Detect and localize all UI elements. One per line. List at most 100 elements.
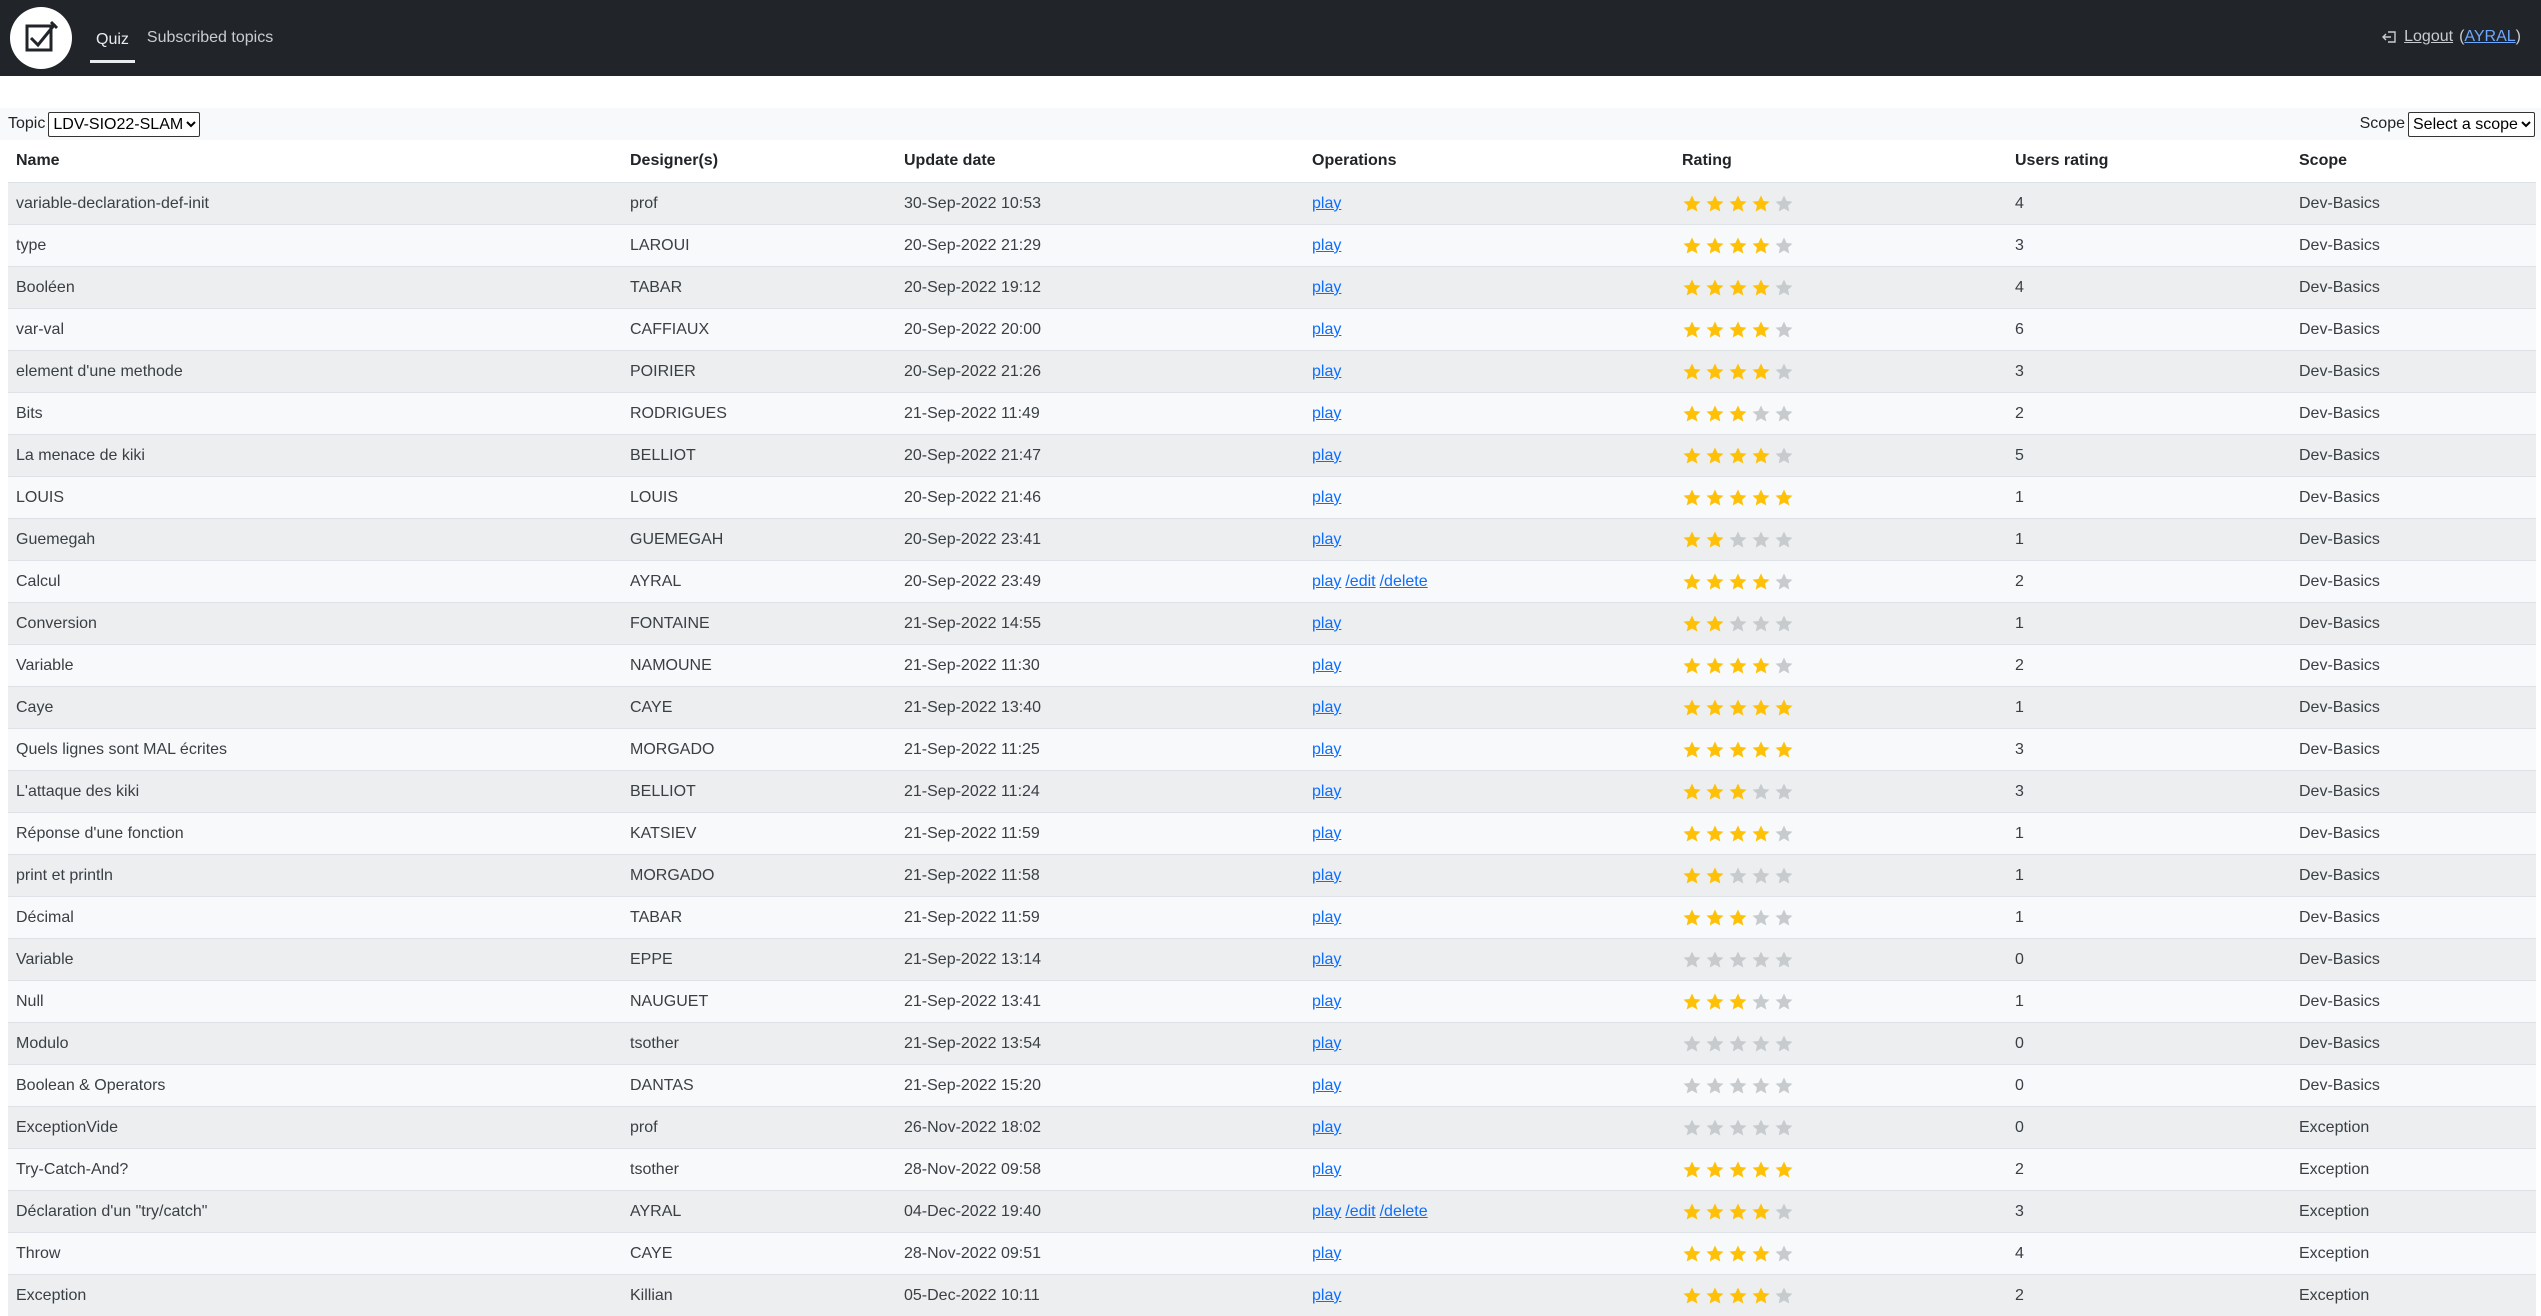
star-icon[interactable]: [1682, 530, 1702, 550]
play-link[interactable]: play: [1312, 447, 1341, 464]
star-icon[interactable]: [1728, 572, 1748, 592]
star-icon[interactable]: [1682, 698, 1702, 718]
header-scope[interactable]: Scope: [2291, 140, 2536, 183]
star-rating[interactable]: [1682, 530, 2007, 550]
star-rating[interactable]: [1682, 278, 2007, 298]
star-icon[interactable]: [1705, 446, 1725, 466]
star-rating[interactable]: [1682, 1118, 2007, 1138]
star-icon[interactable]: [1705, 1118, 1725, 1138]
star-icon[interactable]: [1728, 320, 1748, 340]
star-icon[interactable]: [1705, 1160, 1725, 1180]
star-icon[interactable]: [1751, 236, 1771, 256]
star-rating[interactable]: [1682, 236, 2007, 256]
star-icon[interactable]: [1751, 1160, 1771, 1180]
star-icon[interactable]: [1728, 866, 1748, 886]
star-icon[interactable]: [1682, 824, 1702, 844]
star-icon[interactable]: [1705, 908, 1725, 928]
star-icon[interactable]: [1774, 614, 1794, 634]
star-icon[interactable]: [1774, 950, 1794, 970]
play-link[interactable]: play: [1312, 1245, 1341, 1262]
star-icon[interactable]: [1728, 740, 1748, 760]
star-rating[interactable]: [1682, 908, 2007, 928]
star-icon[interactable]: [1774, 236, 1794, 256]
star-icon[interactable]: [1774, 656, 1794, 676]
play-link[interactable]: play: [1312, 699, 1341, 716]
star-icon[interactable]: [1728, 1202, 1748, 1222]
star-rating[interactable]: [1682, 1076, 2007, 1096]
star-icon[interactable]: [1751, 782, 1771, 802]
star-icon[interactable]: [1774, 1076, 1794, 1096]
logout-username[interactable]: AYRAL: [2464, 28, 2515, 45]
star-icon[interactable]: [1705, 404, 1725, 424]
star-icon[interactable]: [1751, 992, 1771, 1012]
star-icon[interactable]: [1705, 824, 1725, 844]
star-icon[interactable]: [1751, 530, 1771, 550]
play-link[interactable]: play: [1312, 321, 1341, 338]
play-link[interactable]: play: [1312, 573, 1341, 590]
star-rating[interactable]: [1682, 362, 2007, 382]
star-icon[interactable]: [1774, 572, 1794, 592]
star-icon[interactable]: [1728, 236, 1748, 256]
star-rating[interactable]: [1682, 1244, 2007, 1264]
star-rating[interactable]: [1682, 1286, 2007, 1306]
star-icon[interactable]: [1751, 824, 1771, 844]
star-icon[interactable]: [1682, 782, 1702, 802]
header-users-rating[interactable]: Users rating: [2007, 140, 2291, 183]
star-icon[interactable]: [1751, 320, 1771, 340]
star-icon[interactable]: [1728, 950, 1748, 970]
play-link[interactable]: play: [1312, 489, 1341, 506]
play-link[interactable]: play: [1312, 657, 1341, 674]
play-link[interactable]: play: [1312, 1287, 1341, 1304]
star-rating[interactable]: [1682, 194, 2007, 214]
star-rating[interactable]: [1682, 614, 2007, 634]
play-link[interactable]: play: [1312, 909, 1341, 926]
star-icon[interactable]: [1682, 1034, 1702, 1054]
star-icon[interactable]: [1682, 320, 1702, 340]
star-icon[interactable]: [1751, 908, 1771, 928]
star-rating[interactable]: [1682, 782, 2007, 802]
star-rating[interactable]: [1682, 320, 2007, 340]
star-icon[interactable]: [1682, 1118, 1702, 1138]
star-rating[interactable]: [1682, 1160, 2007, 1180]
star-icon[interactable]: [1705, 698, 1725, 718]
star-icon[interactable]: [1728, 1076, 1748, 1096]
star-icon[interactable]: [1774, 320, 1794, 340]
star-icon[interactable]: [1751, 1034, 1771, 1054]
star-rating[interactable]: [1682, 1034, 2007, 1054]
star-icon[interactable]: [1705, 1286, 1725, 1306]
edit-link[interactable]: /edit: [1345, 1203, 1375, 1220]
star-rating[interactable]: [1682, 866, 2007, 886]
star-rating[interactable]: [1682, 698, 2007, 718]
star-icon[interactable]: [1682, 1076, 1702, 1096]
star-icon[interactable]: [1728, 1286, 1748, 1306]
star-icon[interactable]: [1774, 908, 1794, 928]
star-icon[interactable]: [1774, 866, 1794, 886]
star-icon[interactable]: [1682, 236, 1702, 256]
nav-quiz-tab[interactable]: Quiz: [90, 21, 135, 63]
star-icon[interactable]: [1728, 908, 1748, 928]
star-rating[interactable]: [1682, 950, 2007, 970]
star-icon[interactable]: [1728, 1118, 1748, 1138]
star-icon[interactable]: [1728, 278, 1748, 298]
star-icon[interactable]: [1751, 656, 1771, 676]
star-icon[interactable]: [1705, 1202, 1725, 1222]
star-icon[interactable]: [1705, 656, 1725, 676]
play-link[interactable]: play: [1312, 195, 1341, 212]
star-icon[interactable]: [1728, 824, 1748, 844]
star-icon[interactable]: [1728, 362, 1748, 382]
star-icon[interactable]: [1705, 992, 1725, 1012]
star-icon[interactable]: [1728, 992, 1748, 1012]
play-link[interactable]: play: [1312, 1203, 1341, 1220]
star-icon[interactable]: [1705, 320, 1725, 340]
star-rating[interactable]: [1682, 488, 2007, 508]
star-icon[interactable]: [1705, 614, 1725, 634]
header-update-date[interactable]: Update date: [896, 140, 1304, 183]
play-link[interactable]: play: [1312, 741, 1341, 758]
star-icon[interactable]: [1774, 488, 1794, 508]
play-link[interactable]: play: [1312, 363, 1341, 380]
star-icon[interactable]: [1774, 362, 1794, 382]
star-icon[interactable]: [1682, 992, 1702, 1012]
star-icon[interactable]: [1682, 656, 1702, 676]
star-rating[interactable]: [1682, 656, 2007, 676]
edit-link[interactable]: /edit: [1345, 573, 1375, 590]
